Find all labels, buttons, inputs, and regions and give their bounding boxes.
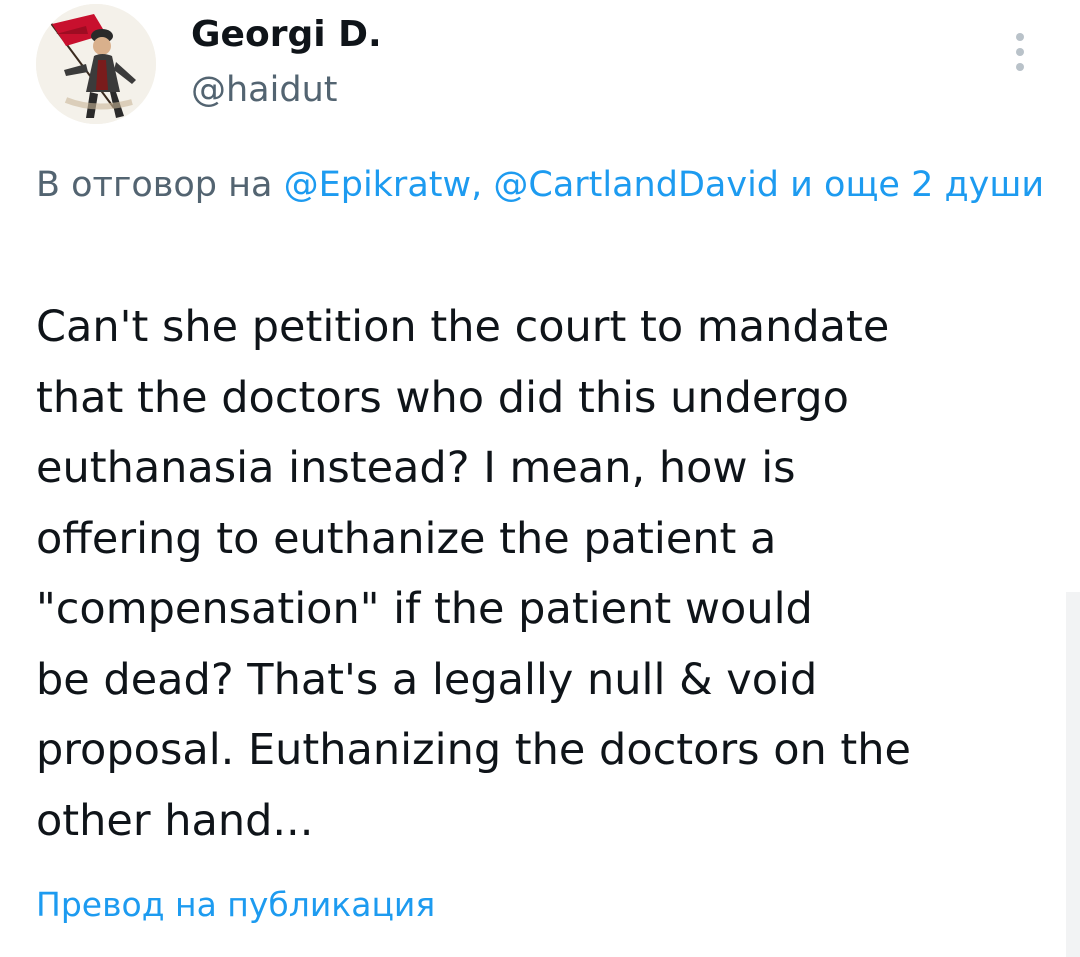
author-display-name[interactable]: Georgi D. (191, 10, 382, 60)
scrollbar-track[interactable] (1066, 592, 1080, 957)
tweet-text-line: be dead? That's a legally null & void (36, 654, 818, 705)
tweet-text-line: Can't she petition the court to mandate (36, 302, 890, 352)
tweet-text-line: "compensation" if the patient would (36, 584, 813, 634)
tweet-text-line: proposal. Euthanizing the doctors on the (36, 725, 911, 775)
more-dots-icon (1016, 33, 1024, 41)
mention-link-cartlanddavid[interactable]: @CartlandDavid (493, 165, 779, 205)
author-handle[interactable]: @haidut (191, 66, 337, 114)
tweet-text: Can't she petition the court to mandate … (36, 292, 1066, 856)
more-dots-icon (1016, 63, 1024, 71)
tweet-text-line: other hand... (36, 795, 314, 846)
reply-context: В отговор на @Epikratw, @CartlandDavid и… (36, 154, 1071, 216)
reply-prefix: В отговор на (36, 165, 273, 205)
tweet-text-line: that the doctors who did this undergo (36, 372, 849, 423)
more-dots-icon (1016, 48, 1024, 56)
tweet-detail: Georgi D. @haidut В отговор на @Epikratw… (0, 0, 1080, 957)
others-link[interactable]: и още 2 души (790, 165, 1044, 205)
translate-post-link[interactable]: Превод на публикация (36, 880, 435, 930)
avatar[interactable] (36, 4, 156, 124)
tweet-text-line: offering to euthanize the patient a (36, 513, 777, 564)
more-options-button[interactable] (1000, 24, 1040, 80)
mention-link-epikratw[interactable]: @Epikratw, (284, 165, 483, 205)
tweet-text-line: euthanasia instead? I mean, how is (36, 443, 796, 493)
warrior-with-red-flag-avatar-icon (36, 4, 156, 124)
